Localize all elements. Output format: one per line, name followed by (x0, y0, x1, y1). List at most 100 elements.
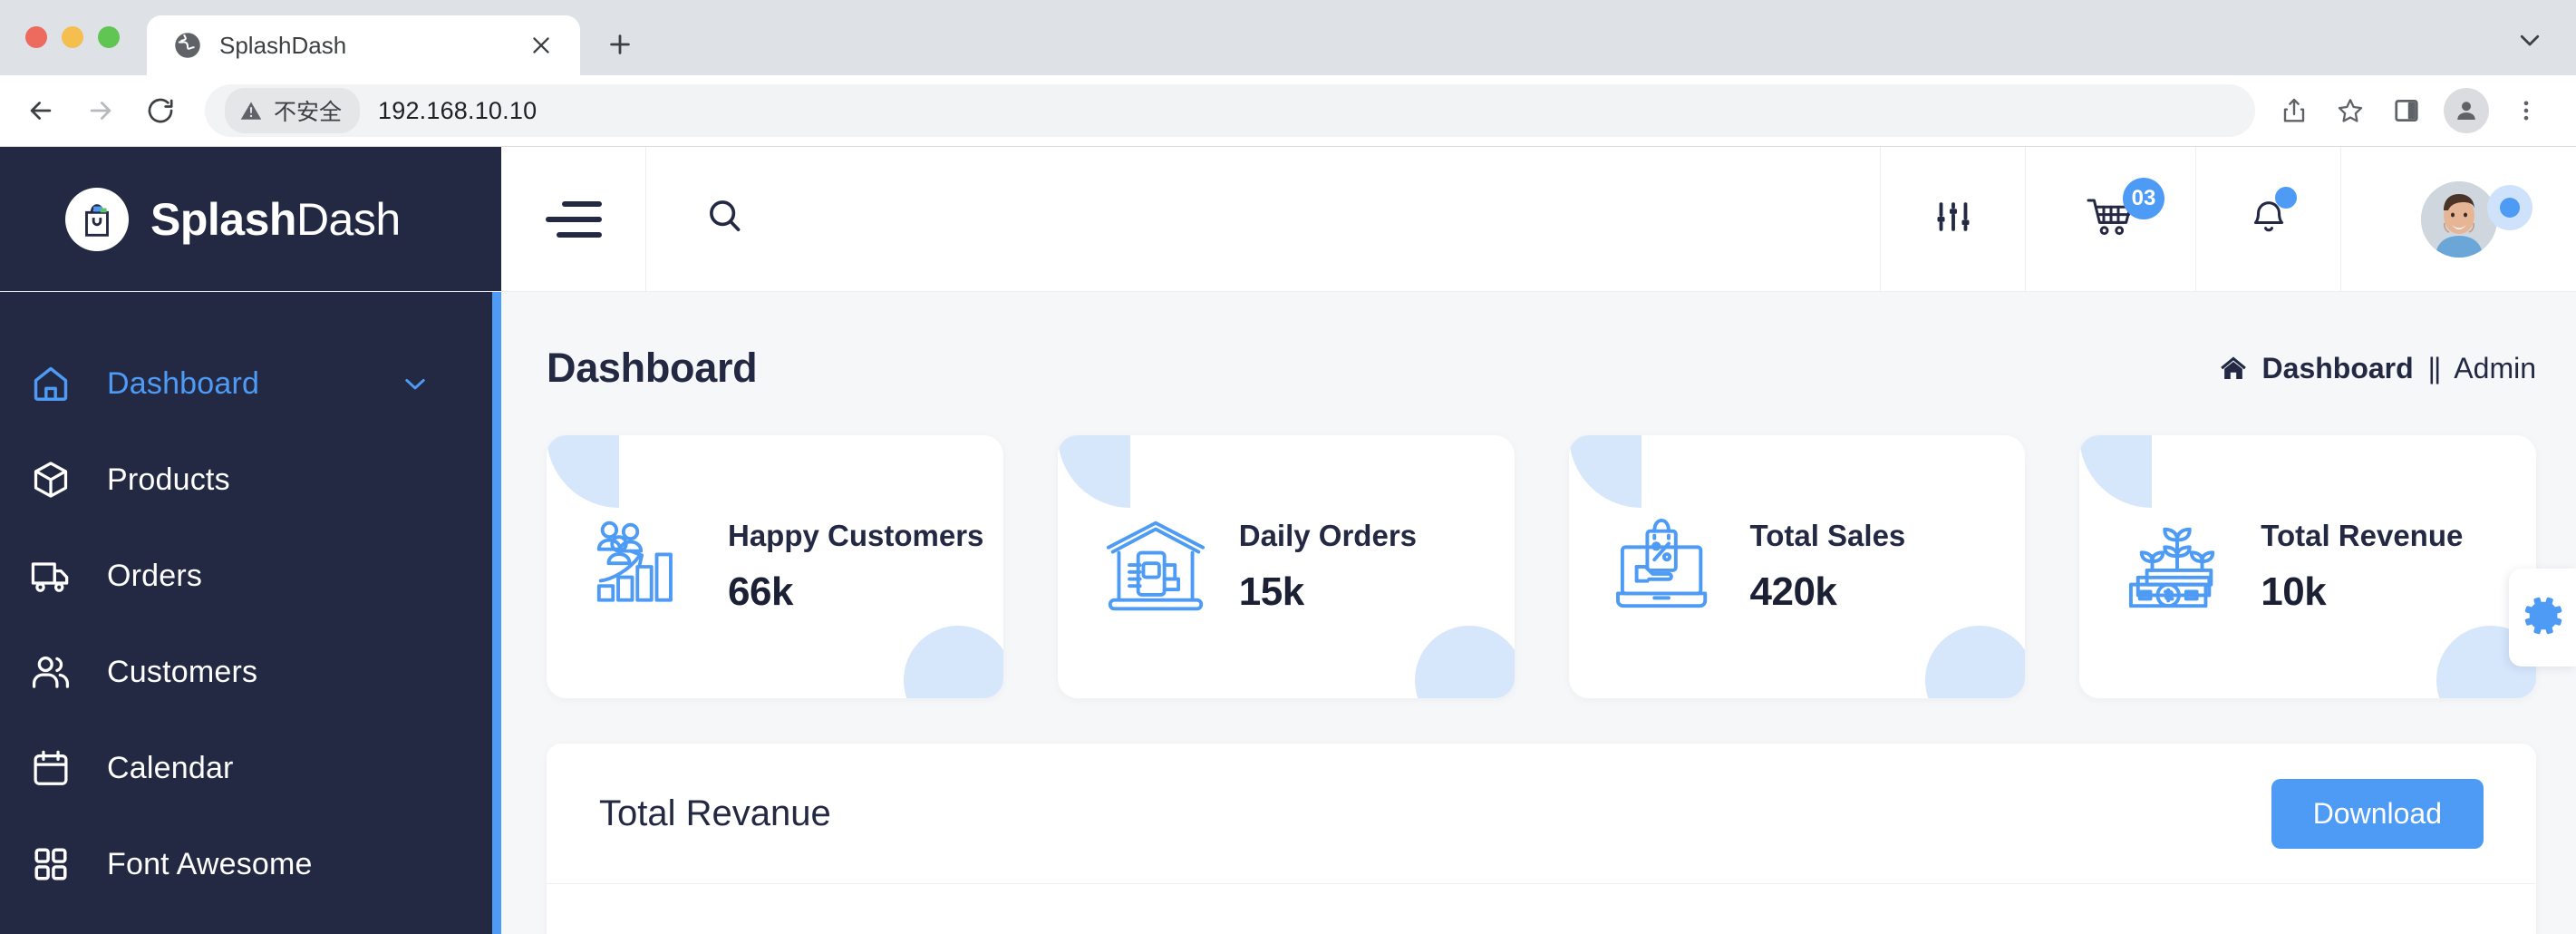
breadcrumb-section[interactable]: Admin (2454, 352, 2536, 385)
stat-card-happy-customers[interactable]: Happy Customers 66k (547, 435, 1003, 698)
browser-toolbar: 不安全 192.168.10.10 (0, 75, 2576, 147)
panel-header: Total Revanue Download (547, 744, 2536, 884)
arrow-right-icon[interactable] (73, 83, 129, 139)
sliders-icon (1934, 198, 1972, 240)
sidebar-item-label: Dashboard (107, 365, 260, 401)
download-button[interactable]: Download (2271, 778, 2484, 849)
sidebar-item-orders[interactable]: Orders (0, 528, 501, 624)
globe-icon (174, 32, 201, 59)
sidebar-item-label: Calendar (107, 750, 234, 785)
decorative-blob-top-left (2079, 435, 2153, 508)
security-label: 不安全 (274, 100, 343, 125)
app-logo[interactable]: SplashDash (0, 147, 501, 291)
arrow-left-icon[interactable] (13, 83, 69, 139)
sidebar-item-customers[interactable]: Customers (0, 624, 501, 720)
stat-card-total-revenue[interactable]: Total Revenue 10k (2079, 435, 2536, 698)
decorative-blob-bottom-right (903, 626, 1003, 698)
stat-card-text: Daily Orders 15k (1239, 519, 1417, 616)
decorative-blob-bottom-right (1414, 626, 1515, 698)
stat-card-value: 10k (2261, 569, 2327, 615)
box-icon (27, 459, 74, 501)
online-status-dot (2487, 185, 2532, 230)
profile-avatar-icon[interactable] (2444, 88, 2489, 133)
menu-toggle-button[interactable] (501, 147, 646, 291)
cart-badge: 03 (2123, 178, 2164, 219)
stat-card-daily-orders[interactable]: Daily Orders 15k (1057, 435, 1515, 698)
share-icon[interactable] (2268, 84, 2320, 137)
truck-icon (27, 555, 74, 597)
address-bar[interactable]: 不安全 192.168.10.10 (205, 84, 2255, 137)
maximize-window-button[interactable] (98, 26, 120, 48)
browser-window: SplashDash 不安全 192.168.10.10 SplashDash … (0, 0, 2576, 934)
sidebar-item-calendar[interactable]: Calendar (0, 720, 501, 816)
stat-card-value: 420k (1749, 569, 1837, 615)
filter-settings-button[interactable] (1880, 147, 2025, 291)
app-header: SplashDash 03 (0, 147, 2576, 292)
browser-tab[interactable]: SplashDash (147, 15, 580, 75)
gear-icon (2519, 592, 2566, 644)
stat-cards: Happy Customers 66k Daily Orders 15k Tot… (547, 435, 2536, 698)
breadcrumb-current[interactable]: Dashboard (2262, 352, 2414, 385)
url-text: 192.168.10.10 (378, 96, 537, 124)
settings-fab[interactable] (2509, 569, 2576, 666)
logo-text: SplashDash (150, 193, 401, 246)
stat-card-label: Happy Customers (728, 518, 984, 552)
sidebar-item-font-awesome[interactable]: Font Awesome (0, 816, 501, 912)
decorative-blob-top-left (1568, 435, 1641, 508)
stat-card-label: Total Revenue (2261, 518, 2464, 552)
calendar-icon (27, 747, 74, 789)
sidebar-scrollbar[interactable] (492, 292, 501, 934)
sidebar-item-dashboard[interactable]: Dashboard (0, 336, 501, 432)
page-header: Dashboard Dashboard || Admin (547, 339, 2536, 397)
home-icon (27, 363, 74, 404)
main-content: Dashboard Dashboard || Admin Happy Custo… (501, 292, 2576, 934)
star-icon[interactable] (2324, 84, 2377, 137)
sidebar-item-label: Products (107, 462, 230, 497)
reload-icon[interactable] (132, 83, 189, 139)
laptop-sale-bag-icon (1614, 517, 1719, 617)
money-plant-icon (2125, 517, 2230, 617)
side-panel-icon[interactable] (2380, 84, 2433, 137)
tab-title: SplashDash (219, 31, 347, 59)
close-window-button[interactable] (25, 26, 47, 48)
user-menu[interactable] (2340, 147, 2576, 291)
plus-icon[interactable] (593, 17, 647, 72)
three-dots-vertical-icon[interactable] (2500, 84, 2552, 137)
notification-dot (2275, 187, 2297, 209)
stat-card-total-sales[interactable]: Total Sales 420k (1568, 435, 2026, 698)
shopping-bag-icon (65, 187, 129, 251)
panel-title: Total Revanue (599, 793, 831, 833)
chevron-down-icon[interactable] (400, 368, 431, 399)
decorative-blob-bottom-right (1925, 626, 2026, 698)
sidebar-item-label: Customers (107, 654, 258, 689)
cart-button[interactable]: 03 (2025, 147, 2195, 291)
stat-card-text: Happy Customers 66k (728, 519, 983, 616)
sidebar-item-label: Font Awesome (107, 846, 313, 881)
window-traffic-lights (25, 26, 120, 75)
stat-card-label: Total Sales (1749, 518, 1906, 552)
chevron-down-icon[interactable] (2514, 24, 2545, 55)
grid-icon (27, 844, 74, 884)
logo-text-bold: Splash (150, 193, 296, 245)
breadcrumb-separator: || (2427, 351, 2442, 384)
sidebar-item-products[interactable]: Products (0, 432, 501, 528)
site-security-chip[interactable]: 不安全 (225, 88, 361, 133)
house-delivery-icon (1103, 517, 1208, 617)
minimize-window-button[interactable] (62, 26, 83, 48)
stat-card-text: Total Sales 420k (1750, 519, 1906, 616)
warning-triangle-icon (239, 99, 263, 122)
search-icon[interactable] (704, 196, 746, 242)
logo-text-light: Dash (295, 193, 401, 245)
browser-tabstrip: SplashDash (0, 0, 2576, 75)
people-growth-chart-icon (592, 516, 697, 618)
sidebar-item-label: Orders (107, 558, 203, 593)
total-revenue-panel: Total Revanue Download (547, 744, 2536, 934)
users-icon (27, 651, 74, 693)
close-icon[interactable] (522, 26, 560, 64)
stat-card-text: Total Revenue 10k (2261, 519, 2463, 616)
app-viewport: SplashDash 03 Dashboard Products Orders … (0, 147, 2576, 934)
home-solid-icon (2219, 354, 2248, 383)
header-search[interactable] (646, 147, 1880, 291)
notifications-button[interactable] (2195, 147, 2340, 291)
decorative-blob-top-left (547, 435, 619, 508)
